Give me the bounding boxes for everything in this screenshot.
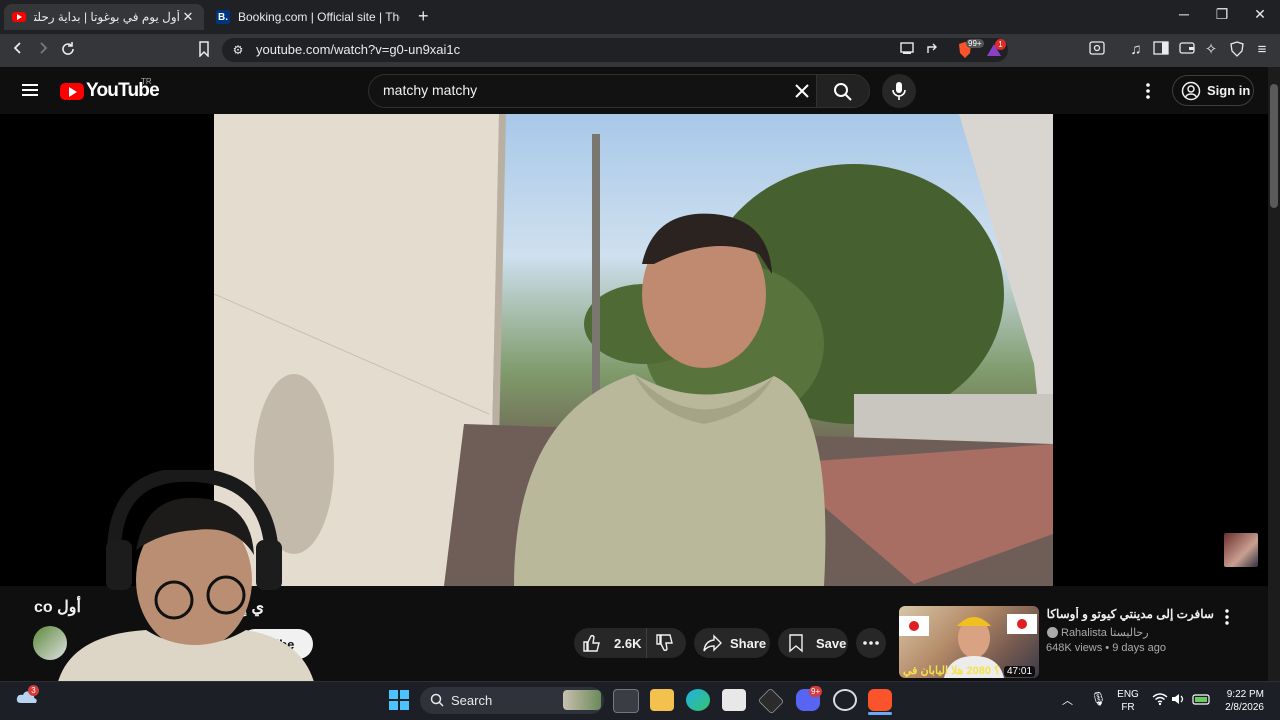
channel-watermark-icon[interactable] xyxy=(1224,533,1258,567)
clock-date: 2/8/2026 xyxy=(1225,702,1264,713)
share-page-icon[interactable] xyxy=(924,41,944,59)
tab-youtube[interactable]: أول يوم في بوغوتا | بداية رحلتي إل ✕ xyxy=(4,4,204,30)
thumbs-down-icon xyxy=(656,634,673,652)
voice-search-button[interactable] xyxy=(882,74,916,108)
battery-icon[interactable] xyxy=(1192,692,1212,706)
volume-icon[interactable] xyxy=(1171,692,1187,706)
task-view-icon[interactable] xyxy=(613,689,639,713)
taskbar-search-label: Search xyxy=(451,693,493,708)
cast-icon[interactable] xyxy=(897,41,917,59)
sidebar-icon[interactable] xyxy=(1151,41,1171,59)
search-button[interactable] xyxy=(816,74,870,108)
menu-icon[interactable]: ≡ xyxy=(1252,41,1272,59)
youtube-logo-icon[interactable] xyxy=(60,83,84,100)
music-icon[interactable]: ♫ xyxy=(1126,41,1146,59)
start-icon[interactable] xyxy=(389,690,409,710)
back-icon[interactable] xyxy=(8,41,28,59)
country-code: TR xyxy=(141,77,152,86)
video-frame[interactable] xyxy=(214,114,1053,586)
sign-in-label: Sign in xyxy=(1207,83,1251,98)
alert-badge: 1 xyxy=(995,39,1006,50)
scrollbar-thumb[interactable] xyxy=(1270,84,1278,208)
youtube-favicon-icon xyxy=(12,12,26,22)
save-button[interactable]: Save xyxy=(778,628,848,658)
clear-search-icon[interactable] xyxy=(793,82,811,100)
recommended-menu-icon[interactable] xyxy=(1222,608,1232,626)
screenshot-icon[interactable] xyxy=(1087,41,1107,59)
clock-app-icon[interactable] xyxy=(833,689,857,711)
show-hidden-icons[interactable]: ︿ xyxy=(1062,692,1073,708)
site-settings-icon[interactable]: ⚙ xyxy=(228,41,248,59)
wifi-icon[interactable] xyxy=(1152,692,1168,706)
like-button[interactable]: 2.6K xyxy=(574,628,646,658)
dislike-button[interactable] xyxy=(646,628,686,658)
close-window-icon[interactable]: ✕ xyxy=(1240,6,1280,23)
leo-ai-icon[interactable]: ✧ xyxy=(1201,41,1221,59)
tab-title: Booking.com | Official site | The best xyxy=(238,10,400,24)
recommended-title[interactable]: سافرت إلى مدينتي كيوتو و أوساكا في الياب… xyxy=(1046,607,1214,621)
sign-in-button[interactable]: Sign in xyxy=(1172,75,1254,106)
windows-taskbar xyxy=(0,681,1280,720)
search-icon xyxy=(834,83,852,101)
video-scene-image xyxy=(214,114,1053,586)
language-switcher[interactable]: ENG FR xyxy=(1114,688,1142,714)
brave-taskbar-icon[interactable] xyxy=(868,689,892,711)
taskbar-search-icon xyxy=(430,693,444,707)
microphone-icon xyxy=(892,82,906,100)
forward-icon[interactable] xyxy=(33,41,53,59)
more-horizontal-icon xyxy=(863,641,879,645)
recommended-channel[interactable]: Rahalista رحاليستا xyxy=(1061,626,1149,639)
clock-time: 9:22 PM xyxy=(1226,689,1264,700)
store-icon[interactable] xyxy=(722,689,746,711)
thumbnail-caption: ؟ 2080 هلا اليابان في xyxy=(903,665,1000,677)
wallet-icon[interactable] xyxy=(1177,41,1197,59)
active-app-indicator xyxy=(868,712,892,715)
video-duration: 47:01 xyxy=(1004,666,1036,677)
edge-icon[interactable] xyxy=(686,689,710,711)
settings-more-icon[interactable] xyxy=(1142,82,1154,100)
file-explorer-icon[interactable] xyxy=(650,689,674,711)
share-label: Share xyxy=(730,635,767,651)
booking-favicon-icon: B. xyxy=(216,10,230,24)
like-count: 2.6K xyxy=(614,635,642,651)
system-clock[interactable]: 9:22 PM 2/8/2026 xyxy=(1222,688,1264,714)
shields-badge: 99+ xyxy=(966,39,984,48)
more-actions-button[interactable] xyxy=(856,628,886,658)
bookmark-icon[interactable] xyxy=(194,41,214,59)
account-icon xyxy=(1181,81,1201,100)
tab-booking[interactable]: B. Booking.com | Official site | The bes… xyxy=(208,4,408,30)
share-icon xyxy=(703,634,722,652)
recommended-meta: 648K views • 9 days ago xyxy=(1046,642,1167,654)
close-tab-icon[interactable]: ✕ xyxy=(180,9,196,25)
save-label: Save xyxy=(816,635,847,651)
new-tab-button[interactable]: + xyxy=(418,6,429,27)
discord-badge: 9+ xyxy=(809,686,823,697)
search-highlight-icon xyxy=(563,690,601,710)
guide-menu-icon[interactable] xyxy=(20,82,40,98)
reload-icon[interactable] xyxy=(58,41,78,59)
thumbs-up-icon xyxy=(583,634,600,652)
weather-badge: 3 xyxy=(28,685,39,696)
minimize-icon[interactable]: ─ xyxy=(1164,6,1204,22)
vpn-icon[interactable] xyxy=(1227,41,1247,59)
verified-icon xyxy=(1047,627,1058,638)
microphone-tray-icon[interactable]: 🎙 xyxy=(1090,691,1107,707)
restore-icon[interactable]: ❐ xyxy=(1202,6,1242,23)
share-button[interactable]: Share xyxy=(694,628,770,658)
search-input-value[interactable]: matchy matchy xyxy=(383,82,477,98)
url-text[interactable]: youtube.com/watch?v=g0-un9xai1c xyxy=(256,42,460,57)
tab-title: أول يوم في بوغوتا | بداية رحلتي إل xyxy=(34,10,180,24)
webcam-overlay xyxy=(36,467,316,690)
save-icon xyxy=(789,634,803,653)
